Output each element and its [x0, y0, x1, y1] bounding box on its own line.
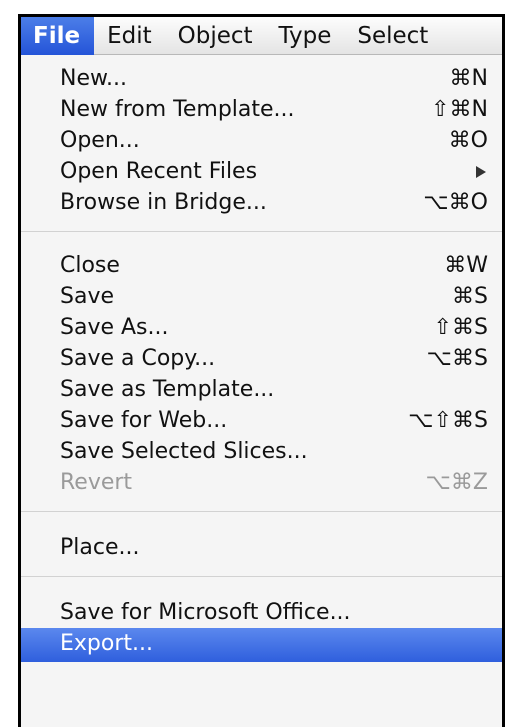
menubar-file[interactable]: File — [21, 17, 95, 55]
menu-window: File Edit Object Type Select New... ⌘N N… — [18, 14, 505, 727]
menubar-type[interactable]: Type — [266, 17, 345, 55]
menu-item-label: Export... — [60, 631, 153, 656]
menu-item-save-as[interactable]: Save As... ⇧⌘S — [21, 312, 502, 343]
menu-item-label: Save for Web... — [60, 408, 228, 433]
menu-item-shortcut: ⌘W — [444, 253, 488, 278]
menu-item-label: Revert — [60, 470, 133, 495]
menu-item-place[interactable]: Place... — [21, 532, 502, 563]
menu-item-shortcut: ⌘S — [452, 284, 488, 309]
menu-item-label: Save a Copy... — [60, 346, 216, 371]
menu-separator — [21, 231, 502, 232]
menubar-object[interactable]: Object — [165, 17, 266, 55]
menu-item-label: Save Selected Slices... — [60, 439, 308, 464]
menu-item-open-recent-files[interactable]: Open Recent Files — [21, 156, 502, 187]
menu-item-label: New from Template... — [60, 97, 295, 122]
menu-item-label: Save for Microsoft Office... — [60, 600, 351, 625]
menu-item-label: Save — [60, 284, 115, 309]
file-menu-dropdown: New... ⌘N New from Template... ⇧⌘N Open.… — [21, 55, 502, 727]
menu-item-open[interactable]: Open... ⌘O — [21, 125, 502, 156]
menu-item-label: Open Recent Files — [60, 159, 258, 184]
menu-item-save-a-copy[interactable]: Save a Copy... ⌥⌘S — [21, 343, 502, 374]
menu-item-label: Save as Template... — [60, 377, 275, 402]
menu-item-label: New... — [60, 66, 127, 91]
menu-item-label: Place... — [60, 535, 140, 560]
menu-item-save-for-microsoft-office[interactable]: Save for Microsoft Office... — [21, 597, 502, 628]
menu-separator — [21, 576, 502, 577]
menu-item-shortcut: ⇧⌘S — [433, 315, 488, 340]
menubar-select[interactable]: Select — [344, 17, 441, 55]
menu-separator — [21, 511, 502, 512]
menu-item-revert: Revert ⌥⌘Z — [21, 467, 502, 498]
submenu-arrow-icon — [476, 166, 486, 178]
menubar-edit[interactable]: Edit — [94, 17, 165, 55]
menu-item-new[interactable]: New... ⌘N — [21, 63, 502, 94]
menu-item-save-as-template[interactable]: Save as Template... — [21, 374, 502, 405]
menu-item-close[interactable]: Close ⌘W — [21, 250, 502, 281]
menu-bar: File Edit Object Type Select — [21, 17, 502, 55]
menu-item-save[interactable]: Save ⌘S — [21, 281, 502, 312]
menu-item-new-from-template[interactable]: New from Template... ⇧⌘N — [21, 94, 502, 125]
menu-item-label: Browse in Bridge... — [60, 190, 267, 215]
menu-item-browse-in-bridge[interactable]: Browse in Bridge... ⌥⌘O — [21, 187, 502, 218]
menu-item-shortcut: ⌥⌘Z — [425, 470, 488, 495]
menu-item-shortcut: ⌘N — [449, 66, 488, 91]
menu-item-save-selected-slices[interactable]: Save Selected Slices... — [21, 436, 502, 467]
menu-item-shortcut: ⇧⌘N — [431, 97, 488, 122]
menu-item-shortcut: ⌥⌘O — [423, 190, 488, 215]
menu-item-save-for-web[interactable]: Save for Web... ⌥⇧⌘S — [21, 405, 502, 436]
menu-item-label: Open... — [60, 128, 140, 153]
menu-item-label: Save As... — [60, 315, 169, 340]
menu-item-export[interactable]: Export... — [21, 628, 502, 662]
menu-item-shortcut: ⌥⌘S — [426, 346, 488, 371]
menu-item-shortcut: ⌥⇧⌘S — [408, 408, 488, 433]
menu-item-shortcut: ⌘O — [448, 128, 488, 153]
menu-item-label: Close — [60, 253, 120, 278]
